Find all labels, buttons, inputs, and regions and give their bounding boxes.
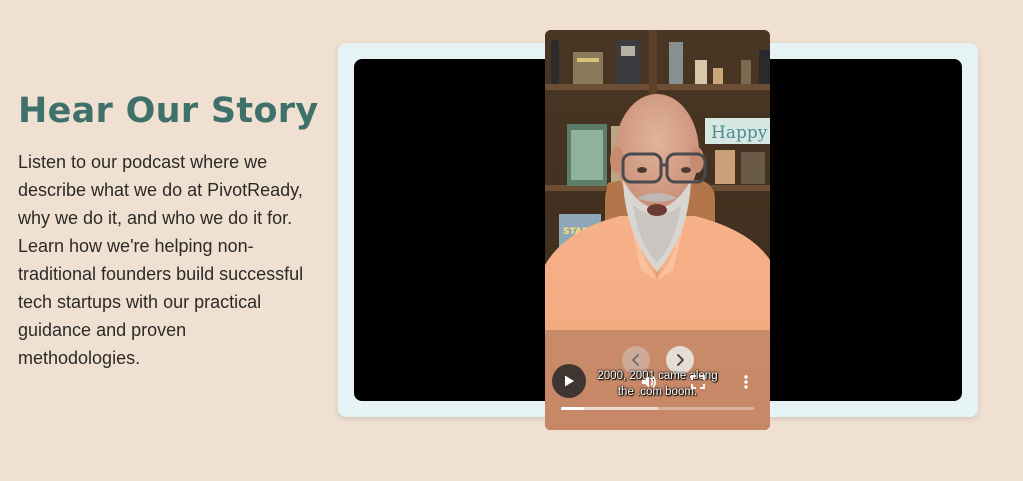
- next-video-button[interactable]: [666, 346, 694, 374]
- volume-button[interactable]: [640, 373, 658, 391]
- section-heading: Hear Our Story: [18, 91, 319, 131]
- fullscreen-button[interactable]: [689, 373, 707, 391]
- chevron-right-icon: [677, 354, 684, 366]
- chevron-left-icon: [632, 354, 639, 366]
- section-description: Listen to our podcast where we describe …: [18, 152, 304, 368]
- podcast-section: Hear Our Story Listen to our podcast whe…: [0, 0, 1023, 481]
- progress-bar[interactable]: [561, 407, 754, 410]
- volume-icon: [642, 376, 656, 388]
- fullscreen-icon: [691, 375, 705, 389]
- previous-video-button[interactable]: [622, 346, 650, 374]
- shelf-sign: Happy!: [711, 123, 770, 143]
- play-button[interactable]: [552, 364, 586, 398]
- video-player[interactable]: Happy! STAR WARS: [545, 30, 770, 430]
- story-text-column: Hear Our Story Listen to our podcast whe…: [18, 88, 318, 372]
- progress-played: [561, 407, 585, 410]
- play-icon: [565, 375, 574, 387]
- more-vertical-icon: [744, 375, 748, 389]
- more-options-button[interactable]: [737, 373, 755, 391]
